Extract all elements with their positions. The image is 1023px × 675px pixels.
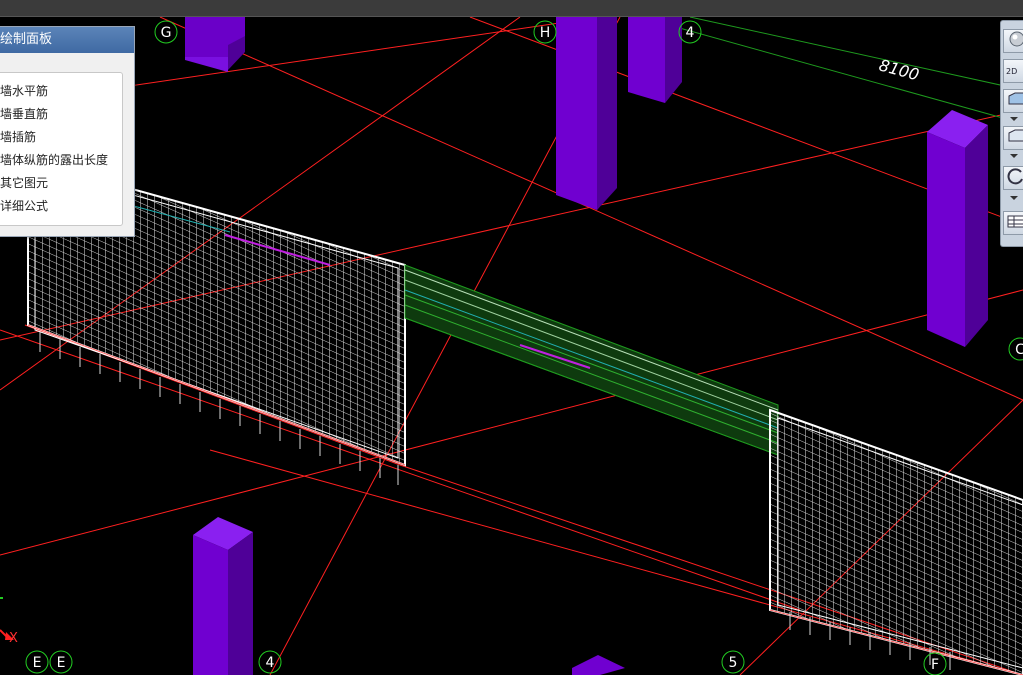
cube-icon	[1008, 92, 1023, 105]
table-view-button[interactable]	[1003, 211, 1023, 235]
column[interactable]	[572, 655, 625, 675]
rotate-view-button[interactable]	[1003, 166, 1023, 190]
column[interactable]	[185, 17, 245, 72]
3d-viewport[interactable]: 8100 G H 4 C E E 4 5 F X	[0, 17, 1023, 675]
view-toolbox: 2D	[1000, 20, 1023, 247]
svg-text:C: C	[1015, 342, 1023, 358]
panel-title: 绘制面板	[0, 27, 134, 53]
axis-marker-h[interactable]: H	[533, 20, 557, 44]
cube-front-icon	[1008, 129, 1023, 142]
option-wall-vertical-rebar[interactable]: 墙垂直筋	[0, 104, 134, 124]
wall-rebar-mesh-right[interactable]	[769, 408, 1023, 675]
coordinate-axis-icon: X	[0, 597, 18, 646]
option-wall-rebar-exposed-length[interactable]: 墙体纵筋的露出长度	[0, 150, 134, 170]
svg-text:G: G	[161, 25, 172, 41]
render-mode-button[interactable]	[1003, 29, 1023, 53]
axis-marker-f[interactable]: F	[923, 652, 947, 675]
view-2d-button[interactable]: 2D	[1003, 59, 1023, 83]
rotate-icon	[1007, 168, 1023, 185]
axis-marker-e-2[interactable]: E	[49, 650, 73, 674]
option-wall-dowel-rebar[interactable]: 墙插筋	[0, 127, 134, 147]
option-other-elements[interactable]: 其它图元	[0, 173, 134, 193]
svg-text:H: H	[540, 25, 551, 41]
column[interactable]	[628, 17, 682, 103]
view-cube-top-button[interactable]	[1003, 89, 1023, 113]
dimension-label: 8100	[877, 56, 921, 85]
sphere-icon	[1009, 31, 1023, 47]
control-panel: 绘制面板 墙水平筋 墙垂直筋 墙插筋 墙体纵筋的露出长度 其它图元 详细公式	[0, 26, 135, 237]
option-wall-horizontal-rebar[interactable]: 墙水平筋	[0, 81, 134, 101]
axis-marker-4-top[interactable]: 4	[678, 20, 702, 44]
chevron-down-icon[interactable]	[1010, 154, 1018, 158]
axis-marker-4-bottom[interactable]: 4	[258, 650, 282, 674]
view-cube-front-button[interactable]	[1003, 126, 1023, 150]
option-detailed-formula[interactable]: 详细公式	[0, 196, 134, 216]
chevron-down-icon[interactable]	[1010, 196, 1018, 200]
axis-marker-5[interactable]: 5	[721, 650, 745, 674]
dimension-lines	[639, 17, 1023, 121]
column[interactable]	[193, 517, 253, 675]
svg-text:E: E	[33, 655, 42, 671]
column[interactable]	[556, 17, 617, 210]
axis-marker-e-1[interactable]: E	[25, 650, 49, 674]
svg-text:4: 4	[266, 655, 275, 671]
svg-text:F: F	[931, 657, 939, 673]
svg-text:X: X	[9, 631, 18, 646]
view-2d-label: 2D	[1006, 67, 1018, 76]
column[interactable]	[927, 110, 988, 347]
axis-marker-c[interactable]: C	[1008, 337, 1023, 361]
beam-rebar[interactable]	[404, 264, 779, 456]
svg-text:4: 4	[686, 25, 695, 41]
svg-text:5: 5	[729, 655, 738, 671]
table-icon	[1007, 215, 1023, 228]
chevron-down-icon[interactable]	[1010, 117, 1018, 121]
svg-text:E: E	[57, 655, 66, 671]
axis-marker-g[interactable]: G	[154, 20, 178, 44]
title-bar	[0, 0, 1023, 17]
